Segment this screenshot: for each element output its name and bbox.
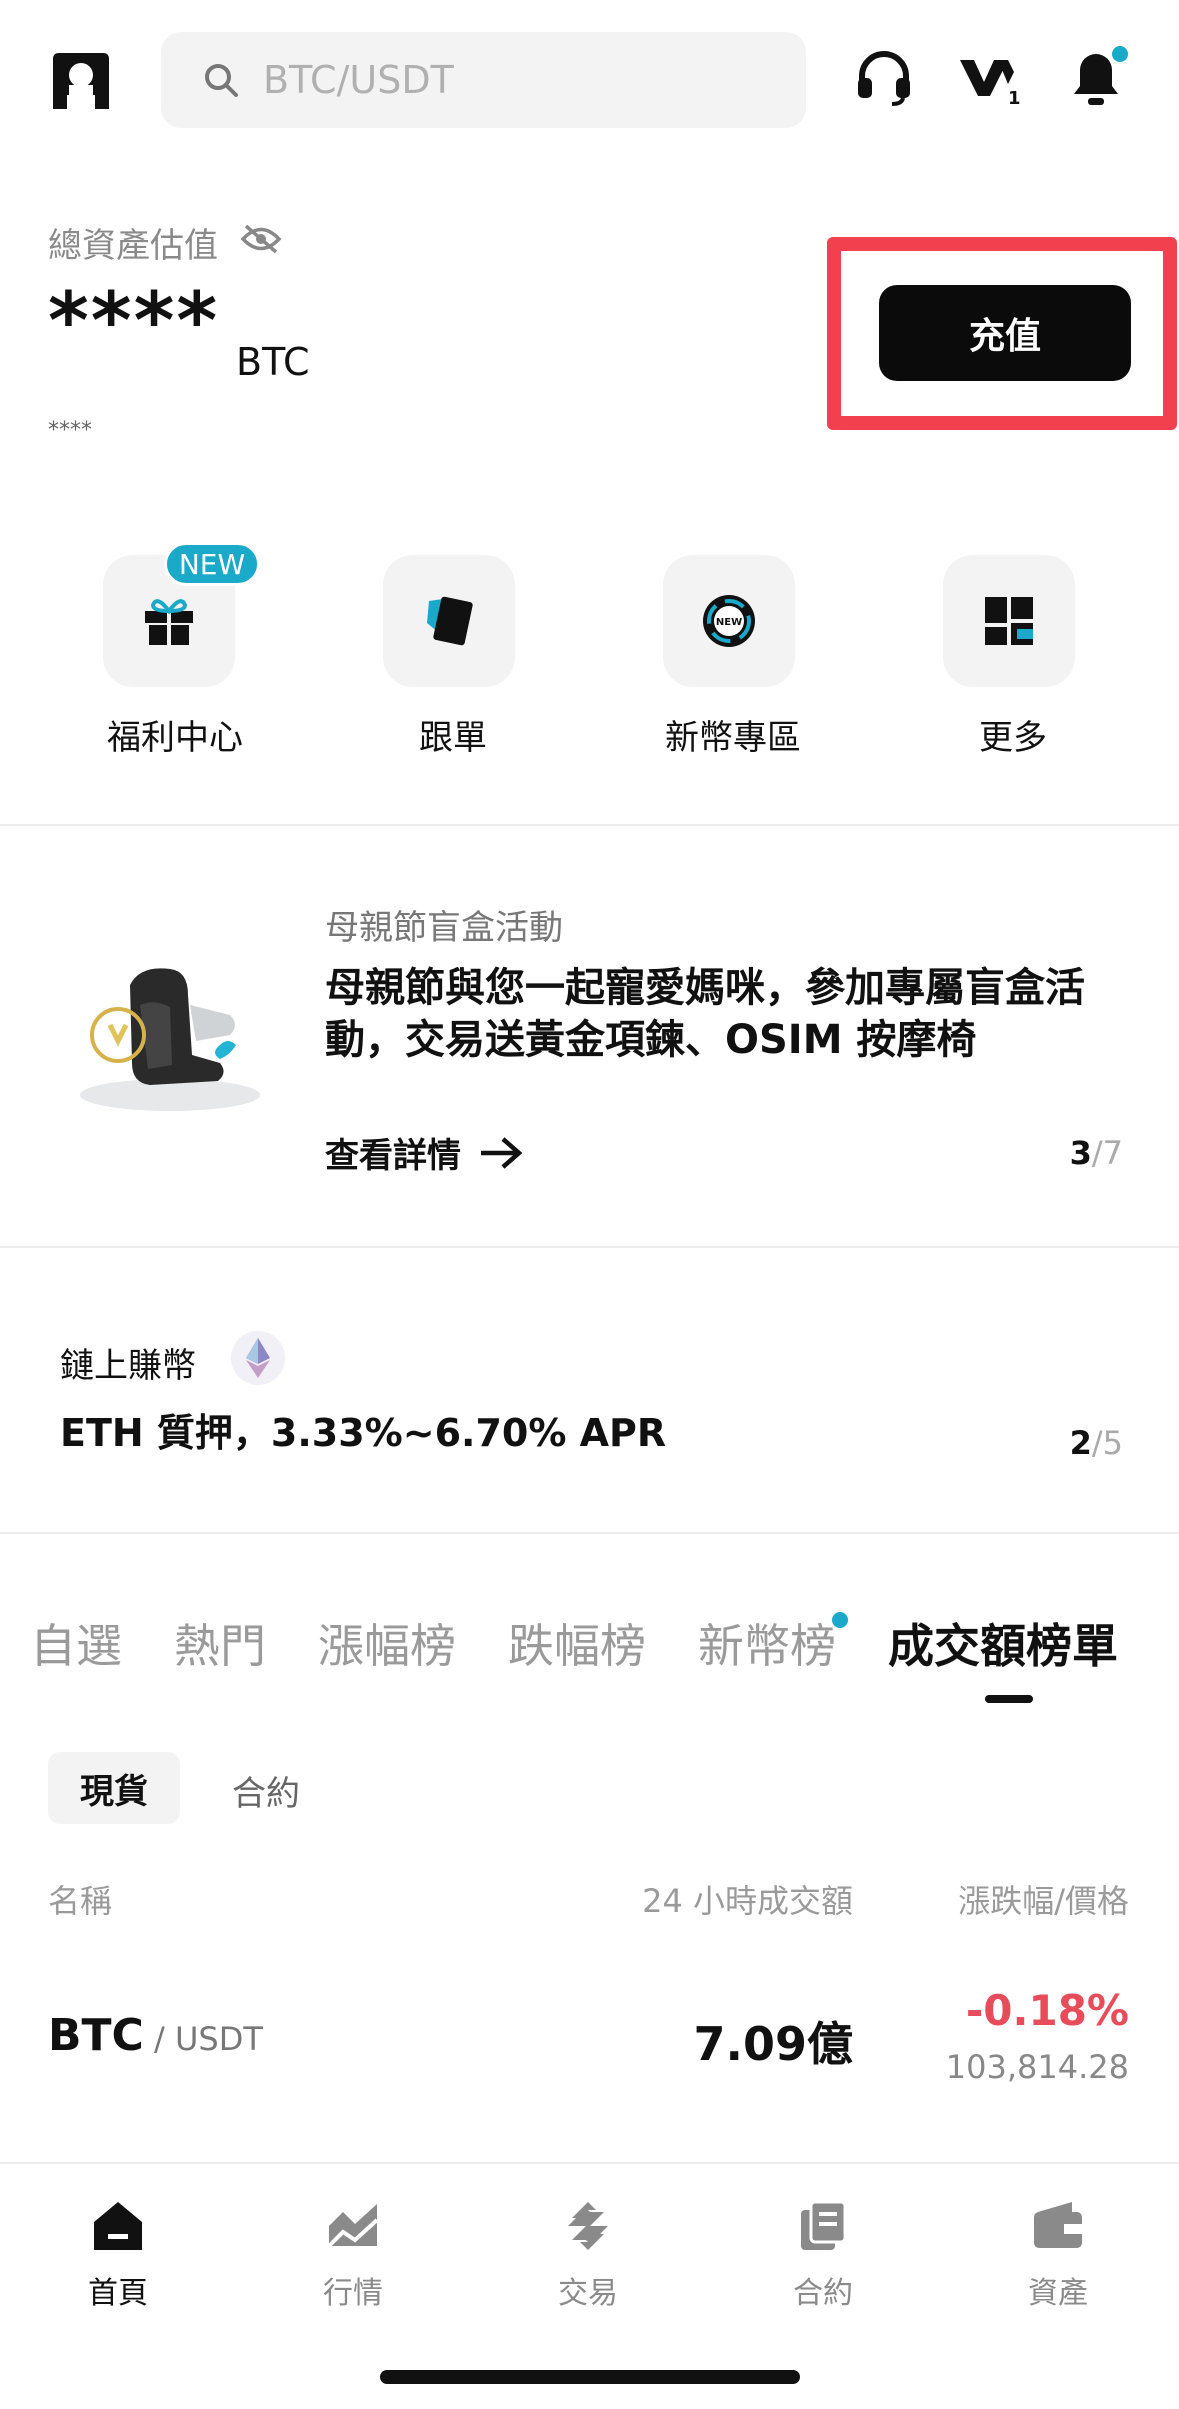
tab-gainers[interactable]: 漲幅榜 bbox=[318, 1610, 456, 1676]
home-icon bbox=[94, 2202, 142, 2250]
svg-text:1: 1 bbox=[1008, 88, 1021, 109]
headset-icon[interactable] bbox=[852, 46, 916, 110]
new-badge: NEW bbox=[164, 542, 260, 586]
eth-icon bbox=[231, 1331, 285, 1385]
nav-assets[interactable]: 資產 bbox=[978, 2196, 1138, 2312]
nav-label: 資產 bbox=[1028, 2276, 1088, 2311]
eye-off-icon[interactable] bbox=[240, 222, 282, 256]
document-icon bbox=[801, 2200, 847, 2250]
onchain-counter-total: /5 bbox=[1091, 1424, 1123, 1462]
quick-action-more[interactable]: 更多 bbox=[943, 555, 1155, 765]
total-assets-value: **** bbox=[48, 277, 220, 367]
quick-action-label: 跟單 bbox=[419, 718, 487, 758]
banner-details-link[interactable]: 查看詳情 bbox=[325, 1128, 523, 1177]
row-symbol: BTC / USDT bbox=[48, 2010, 263, 2061]
quick-action-rewards[interactable]: 福利中心 bbox=[103, 555, 317, 765]
gift-icon bbox=[145, 599, 193, 645]
col-header-name: 名稱 bbox=[48, 1882, 113, 1920]
divider bbox=[0, 1532, 1179, 1534]
quick-action-label: 更多 bbox=[979, 718, 1047, 758]
search-bar[interactable]: BTC/USDT bbox=[161, 32, 806, 128]
arrow-right-icon bbox=[481, 1136, 523, 1169]
chart-icon bbox=[327, 2204, 379, 2248]
massage-chair-image[interactable] bbox=[70, 945, 270, 1115]
tab-hot[interactable]: 熱門 bbox=[174, 1610, 266, 1676]
nav-futures[interactable]: 合約 bbox=[743, 2196, 903, 2312]
new-coin-icon: NEW bbox=[703, 595, 755, 647]
row-price: 103,814.28 bbox=[945, 2048, 1129, 2086]
quick-action-copy-trading[interactable]: 跟單 bbox=[383, 555, 595, 765]
nav-trade[interactable]: 交易 bbox=[508, 2196, 668, 2312]
nav-label: 交易 bbox=[558, 2276, 618, 2311]
divider bbox=[0, 1246, 1179, 1248]
svg-text:NEW: NEW bbox=[716, 617, 742, 628]
bell-icon[interactable] bbox=[1064, 46, 1128, 110]
onchain-counter-current: 2 bbox=[1069, 1424, 1092, 1462]
wallet-icon bbox=[1034, 2202, 1082, 2248]
onchain-earn-label: 鏈上賺幣 bbox=[60, 1346, 196, 1386]
quick-action-label: 新幣專區 bbox=[665, 718, 801, 758]
nav-markets[interactable]: 行情 bbox=[273, 2196, 433, 2312]
active-tab-indicator bbox=[985, 1695, 1033, 1703]
col-header-volume: 24 小時成交額 bbox=[642, 1882, 853, 1920]
nav-label: 首頁 bbox=[88, 2276, 148, 2311]
tab-volume-ranking[interactable]: 成交額榜單 bbox=[888, 1610, 1118, 1676]
app-logo bbox=[53, 53, 109, 109]
banner-title[interactable]: 母親節與您一起寵愛媽咪，參加專屬盲盒活動，交易送黃金項鍊、OSIM 按摩椅 bbox=[325, 962, 1145, 1066]
home-indicator bbox=[380, 2370, 800, 2384]
nav-home[interactable]: 首頁 bbox=[38, 2196, 198, 2312]
trade-icon bbox=[568, 2202, 608, 2250]
deposit-button[interactable]: 充值 bbox=[879, 285, 1131, 381]
banner-page-counter: 3/7 bbox=[1070, 1134, 1123, 1172]
nav-label: 行情 bbox=[323, 2276, 383, 2311]
row-base: BTC bbox=[48, 2010, 144, 2061]
banner-counter-current: 3 bbox=[1069, 1134, 1092, 1172]
quick-action-label: 福利中心 bbox=[107, 718, 243, 758]
banner-details-label: 查看詳情 bbox=[325, 1136, 461, 1176]
row-volume: 7.09億 bbox=[693, 2017, 854, 2071]
col-header-change-price: 漲跌幅/價格 bbox=[958, 1882, 1129, 1920]
total-assets-label: 總資產估值 bbox=[48, 226, 218, 266]
subtab-spot[interactable]: 現貨 bbox=[48, 1752, 180, 1824]
new-indicator-dot bbox=[832, 1612, 848, 1628]
market-tabs: 自選 熱門 漲幅榜 跌幅榜 新幣榜 成交額榜單 bbox=[30, 1610, 1118, 1676]
banner-tag: 母親節盲盒活動 bbox=[325, 908, 563, 948]
banner-counter-total: /7 bbox=[1091, 1134, 1123, 1172]
subtab-futures[interactable]: 合約 bbox=[232, 1766, 300, 1815]
copy-trade-icon bbox=[427, 596, 473, 646]
row-change: -0.18% bbox=[965, 1986, 1129, 2035]
row-quote: / USDT bbox=[143, 2020, 263, 2058]
more-grid-icon bbox=[985, 597, 1033, 645]
tab-new-listings-label: 新幣榜 bbox=[698, 1619, 836, 1673]
tab-favorites[interactable]: 自選 bbox=[30, 1610, 122, 1676]
onchain-earn-title[interactable]: ETH 質押，3.33%~6.70% APR bbox=[60, 1402, 666, 1457]
total-assets-unit: BTC bbox=[236, 340, 310, 384]
tab-losers[interactable]: 跌幅榜 bbox=[508, 1610, 646, 1676]
onchain-page-counter: 2/5 bbox=[1070, 1424, 1123, 1462]
vip-icon[interactable]: 1 bbox=[958, 46, 1022, 110]
divider bbox=[0, 824, 1179, 826]
quick-action-new-coins[interactable]: NEW 新幣專區 bbox=[663, 555, 875, 765]
nav-label: 合約 bbox=[793, 2276, 853, 2311]
tab-new-listings[interactable]: 新幣榜 bbox=[698, 1610, 848, 1676]
search-placeholder: BTC/USDT bbox=[263, 58, 454, 102]
total-assets-fiat: **** bbox=[48, 418, 92, 443]
search-icon bbox=[205, 64, 238, 97]
